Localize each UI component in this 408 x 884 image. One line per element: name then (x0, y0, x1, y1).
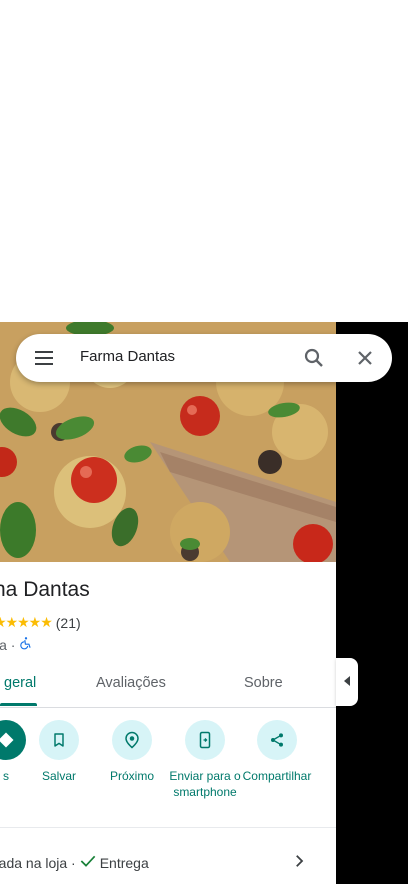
search-input[interactable]: Farma Dantas (80, 348, 175, 365)
section-divider (0, 827, 336, 828)
review-count[interactable]: (21) (56, 615, 81, 631)
send-to-phone-icon (185, 720, 225, 760)
collapse-panel-button[interactable] (336, 658, 358, 706)
send-to-phone-button[interactable]: Enviar para o smartphone (165, 720, 245, 800)
share-button[interactable]: Compartilhar (237, 720, 317, 784)
place-panel: na Dantas ★★★★★ (21) ia · geral Avaliaçõ… (0, 322, 336, 884)
share-label: Compartilhar (242, 769, 312, 783)
active-tab-indicator (0, 703, 37, 706)
nearby-icon (112, 720, 152, 760)
nearby-label: Próximo (109, 769, 154, 783)
share-icon (257, 720, 297, 760)
send-to-phone-label: Enviar para o smartphone (169, 769, 241, 799)
tab-bar: geral Avaliações Sobre (0, 667, 336, 708)
tab-about[interactable]: Sobre (244, 667, 283, 705)
save-button[interactable]: Salvar (19, 720, 99, 784)
rating-row[interactable]: ★★★★★ (21) (0, 614, 81, 631)
save-label: Salvar (41, 769, 76, 783)
bookmark-icon (39, 720, 79, 760)
close-icon[interactable] (353, 346, 377, 370)
wheelchair-icon (19, 636, 33, 653)
chevron-right-icon[interactable] (290, 852, 308, 875)
map-area[interactable] (336, 322, 408, 884)
caret-left-icon (343, 673, 351, 691)
nearby-button[interactable]: Próximo (92, 720, 172, 784)
place-title: na Dantas (0, 578, 90, 601)
instore-pickup-text: rada na loja · (0, 854, 76, 871)
search-bar: Farma Dantas (16, 334, 392, 382)
blank-area (0, 0, 408, 322)
tab-reviews[interactable]: Avaliações (96, 667, 166, 705)
rating-stars: ★★★★★ (0, 614, 53, 630)
menu-icon[interactable] (32, 346, 56, 370)
tab-overview[interactable]: geral (4, 667, 36, 705)
service-options-row[interactable]: rada na loja · Entrega (0, 854, 149, 871)
place-category: ia · (0, 636, 16, 653)
search-icon[interactable] (302, 346, 326, 370)
check-icon (80, 854, 96, 871)
delivery-text: Entrega (99, 854, 149, 871)
category-row: ia · (0, 636, 33, 653)
